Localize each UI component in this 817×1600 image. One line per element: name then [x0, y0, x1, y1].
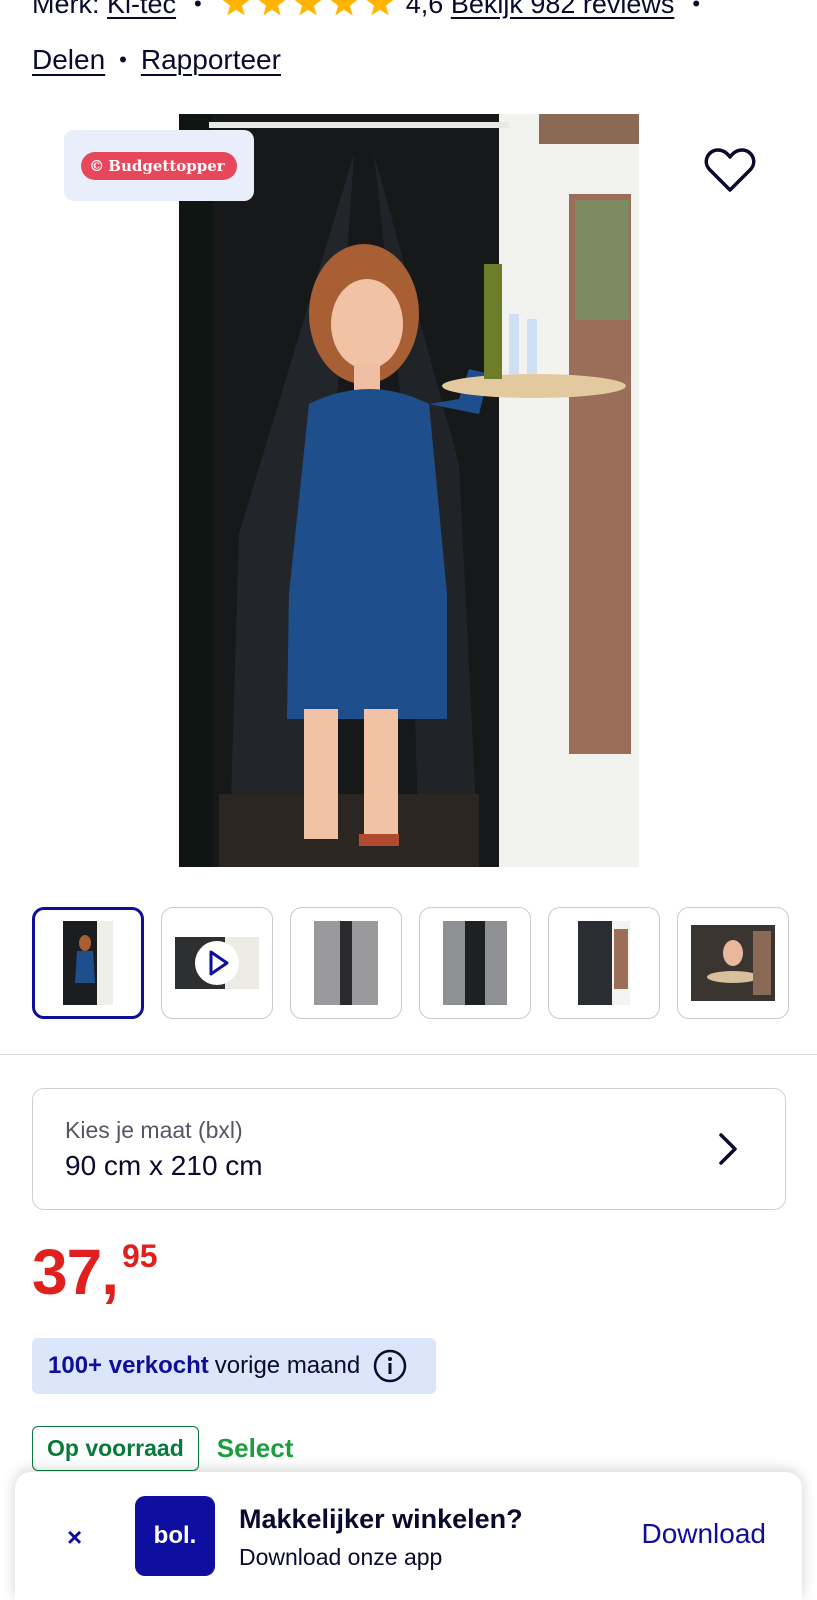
sales-count: 100+ verkocht: [48, 1352, 209, 1379]
rating-value: 4,6: [405, 0, 444, 19]
info-icon[interactable]: [372, 1348, 408, 1384]
reviews-link[interactable]: Bekijk 982 reviews: [451, 0, 675, 20]
rating-stars: [220, 0, 396, 20]
thumbnail-5[interactable]: [548, 907, 660, 1019]
product-photo: [179, 114, 639, 867]
price: 37, 95: [32, 1240, 158, 1304]
product-meta-line: Merk: Ki-tec • 4,6 Bekijk 982 reviews •: [32, 0, 792, 24]
thumbnail-image: [691, 925, 775, 1001]
report-link[interactable]: Rapporteer: [141, 44, 281, 76]
banner-subtitle: Download onze app: [239, 1544, 443, 1570]
thumbnail-strip: [32, 907, 789, 1019]
size-label: Kies je maat (bxl): [65, 1116, 243, 1143]
price-cents: 95: [121, 1238, 158, 1274]
select-label: Select: [216, 1433, 294, 1463]
sales-info: 100+ verkocht vorige maand: [32, 1338, 436, 1394]
star-icon: [222, 0, 250, 16]
share-link[interactable]: Delen: [32, 44, 105, 76]
separator-dot: •: [194, 0, 202, 16]
bol-logo: bol.: [135, 1496, 215, 1576]
sales-period: vorige maand: [214, 1352, 361, 1379]
brand-prefix: Merk:: [32, 0, 100, 19]
app-download-banner: × bol. Makkelijker winkelen? Download on…: [15, 1472, 802, 1600]
budget-icon: ©: [89, 156, 105, 175]
budgettopper-badge: © Budgettopper: [64, 130, 254, 201]
close-icon[interactable]: ×: [67, 1522, 82, 1553]
thumbnail-image: [578, 921, 630, 1005]
star-icon: [366, 0, 394, 16]
thumbnail-image: [175, 937, 259, 989]
thumbnail-video[interactable]: [161, 907, 273, 1019]
share-report-row: Delen • Rapporteer: [32, 44, 281, 76]
download-button[interactable]: Download: [641, 1518, 766, 1550]
star-icon: [330, 0, 358, 16]
star-icon: [258, 0, 286, 16]
stock-status: Op voorraad: [32, 1426, 199, 1471]
thumbnail-4[interactable]: [419, 907, 531, 1019]
thumbnail-6[interactable]: [677, 907, 789, 1019]
product-main-image[interactable]: [179, 114, 639, 867]
thumbnail-1[interactable]: [32, 907, 144, 1019]
thumbnail-image: [63, 921, 113, 1005]
thumbnail-3[interactable]: [290, 907, 402, 1019]
price-euros: 37,: [32, 1236, 119, 1308]
separator-dot: •: [119, 47, 127, 72]
wishlist-heart-icon[interactable]: [704, 146, 756, 194]
thumbnail-image: [314, 921, 378, 1005]
separator-dot: •: [692, 0, 701, 16]
size-selector[interactable]: Kies je maat (bxl) 90 cm x 210 cm: [32, 1088, 786, 1210]
star-icon: [294, 0, 322, 16]
thumbnail-image: [443, 921, 507, 1005]
brand-link[interactable]: Ki-tec: [107, 0, 176, 20]
budgettopper-pill: © Budgettopper: [81, 151, 237, 180]
stock-row: Op voorraad Select: [32, 1426, 293, 1471]
badge-label: Budgettopper: [108, 156, 225, 175]
size-value: 90 cm x 210 cm: [65, 1149, 263, 1181]
chevron-right-icon: [719, 1133, 737, 1165]
section-divider: [0, 1054, 817, 1055]
banner-title: Makkelijker winkelen?: [239, 1504, 523, 1534]
